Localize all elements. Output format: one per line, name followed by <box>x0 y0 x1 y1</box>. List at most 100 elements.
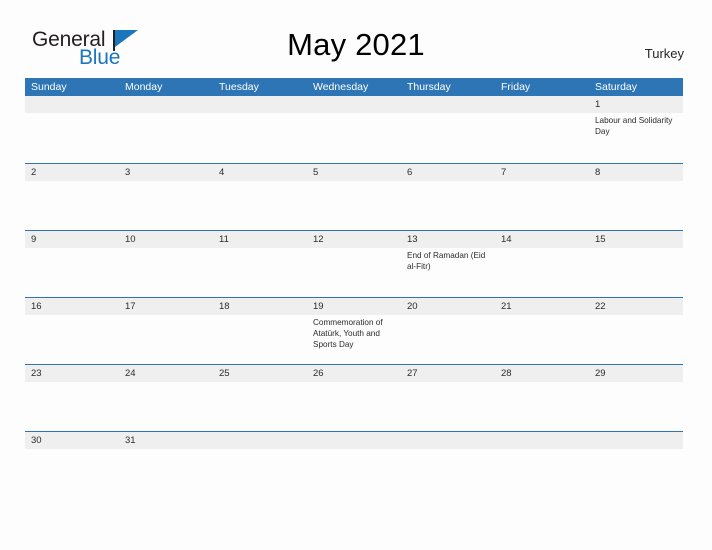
day-number: 10 <box>125 234 136 245</box>
calendar-day-cell[interactable]: 28 <box>495 365 589 382</box>
calendar-week-cells: 16 17 18 19 Commemoration of Atatürk, Youth … <box>25 298 683 351</box>
calendar-day-cell[interactable] <box>307 432 401 449</box>
day-number: 12 <box>313 234 324 245</box>
holiday-label: End of Ramadan (Eid al-Fitr) <box>407 251 486 272</box>
calendar-day-cell[interactable]: 12 <box>307 231 401 272</box>
calendar-day-cell[interactable]: 26 <box>307 365 401 382</box>
calendar-day-cell[interactable]: 10 <box>119 231 213 272</box>
calendar-day-cell[interactable]: 11 <box>213 231 307 272</box>
calendar-day-cell[interactable]: 18 <box>213 298 307 351</box>
calendar-day-cell[interactable]: 7 <box>495 164 589 181</box>
calendar-day-cell[interactable]: 13 End of Ramadan (Eid al-Fitr) <box>401 231 495 272</box>
day-number: 22 <box>595 301 606 312</box>
calendar-day-cell[interactable]: 25 <box>213 365 307 382</box>
calendar-weeks: 1 Labour and Solidarity Day 2 3 4 5 6 7 8 9 10 11 12… <box>25 96 683 491</box>
country-label: Turkey <box>644 46 684 61</box>
day-number: 20 <box>407 301 418 312</box>
dow-thursday: Thursday <box>407 81 451 93</box>
day-number: 28 <box>501 368 512 379</box>
day-number: 6 <box>407 167 413 178</box>
calendar-day-cell[interactable]: 23 <box>25 365 119 382</box>
calendar-day-cell[interactable]: 8 <box>589 164 683 181</box>
dow-friday: Friday <box>501 81 531 93</box>
day-number <box>31 96 114 113</box>
day-number <box>407 96 490 113</box>
calendar-day-cell[interactable]: 21 <box>495 298 589 351</box>
calendar-day-cell[interactable] <box>213 432 307 449</box>
calendar-week-row: 23 24 25 26 27 28 29 <box>25 364 683 431</box>
calendar-day-cell[interactable]: 14 <box>495 231 589 272</box>
day-number: 17 <box>125 301 136 312</box>
calendar-day-cell[interactable] <box>119 96 213 137</box>
day-number: 13 <box>407 234 418 245</box>
calendar-week-row: 9 10 11 12 13 End of Ramadan (Eid al-Fitr) 14 1… <box>25 230 683 297</box>
day-number <box>501 432 584 449</box>
day-number: 23 <box>31 368 42 379</box>
calendar-day-cell[interactable]: 1 Labour and Solidarity Day <box>589 96 683 137</box>
calendar-week-cells: 30 31 <box>25 432 683 449</box>
day-number: 4 <box>219 167 225 178</box>
dow-sunday: Sunday <box>31 81 67 93</box>
day-number: 8 <box>595 167 601 178</box>
calendar-day-cell[interactable]: 6 <box>401 164 495 181</box>
day-number: 3 <box>125 167 131 178</box>
calendar-day-cell[interactable] <box>25 96 119 137</box>
calendar-day-cell[interactable] <box>401 96 495 137</box>
calendar-day-cell[interactable] <box>495 432 589 449</box>
day-number: 5 <box>313 167 319 178</box>
day-number: 14 <box>501 234 512 245</box>
calendar-day-cell[interactable]: 4 <box>213 164 307 181</box>
calendar-day-cell[interactable]: 19 Commemoration of Atatürk, Youth and Sp… <box>307 298 401 351</box>
calendar-day-cell[interactable]: 20 <box>401 298 495 351</box>
calendar-day-cell[interactable] <box>495 96 589 137</box>
calendar-week-cells: 1 Labour and Solidarity Day <box>25 96 683 137</box>
calendar-page: General Blue May 2021 Turkey Sunday Mond… <box>0 0 712 550</box>
day-number: 30 <box>31 435 42 446</box>
day-number <box>313 432 396 449</box>
calendar-day-cell[interactable]: 2 <box>25 164 119 181</box>
day-number: 19 <box>313 301 324 312</box>
day-number <box>313 96 396 113</box>
calendar-week-row: 30 31 <box>25 431 683 491</box>
dow-wednesday: Wednesday <box>313 81 369 93</box>
day-number: 31 <box>125 435 136 446</box>
day-number: 26 <box>313 368 324 379</box>
calendar-day-cell[interactable]: 29 <box>589 365 683 382</box>
dow-tuesday: Tuesday <box>219 81 259 93</box>
day-number <box>501 96 584 113</box>
calendar-week-cells: 2 3 4 5 6 7 8 <box>25 164 683 181</box>
calendar-day-cell[interactable] <box>307 96 401 137</box>
day-number <box>219 96 302 113</box>
calendar-day-cell[interactable] <box>589 432 683 449</box>
calendar-day-cell[interactable]: 24 <box>119 365 213 382</box>
day-number <box>407 432 490 449</box>
day-number: 1 <box>595 99 601 110</box>
calendar-grid: Sunday Monday Tuesday Wednesday Thursday… <box>25 78 683 491</box>
day-number: 2 <box>31 167 37 178</box>
calendar-day-cell[interactable]: 5 <box>307 164 401 181</box>
calendar-day-cell[interactable]: 31 <box>119 432 213 449</box>
calendar-day-cell[interactable]: 22 <box>589 298 683 351</box>
day-number: 24 <box>125 368 136 379</box>
calendar-day-cell[interactable]: 16 <box>25 298 119 351</box>
day-number: 18 <box>219 301 230 312</box>
page-title: May 2021 <box>287 27 425 62</box>
dow-saturday: Saturday <box>595 81 638 93</box>
calendar-day-cell[interactable] <box>401 432 495 449</box>
day-number <box>125 96 208 113</box>
dow-monday: Monday <box>125 81 163 93</box>
holiday-label: Commemoration of Atatürk, Youth and Spor… <box>313 318 383 350</box>
calendar-day-cell[interactable]: 15 <box>589 231 683 272</box>
calendar-day-cell[interactable]: 27 <box>401 365 495 382</box>
calendar-day-cell[interactable]: 30 <box>25 432 119 449</box>
day-number: 15 <box>595 234 606 245</box>
day-number: 16 <box>31 301 42 312</box>
calendar-day-cell[interactable]: 17 <box>119 298 213 351</box>
calendar-day-cell[interactable] <box>213 96 307 137</box>
calendar-day-cell[interactable]: 9 <box>25 231 119 272</box>
calendar-day-cell[interactable]: 3 <box>119 164 213 181</box>
calendar-week-row: 2 3 4 5 6 7 8 <box>25 163 683 230</box>
calendar-week-row: 1 Labour and Solidarity Day <box>25 96 683 163</box>
holiday-label: Labour and Solidarity Day <box>595 116 673 137</box>
page-header: General Blue May 2021 Turkey <box>0 0 712 76</box>
